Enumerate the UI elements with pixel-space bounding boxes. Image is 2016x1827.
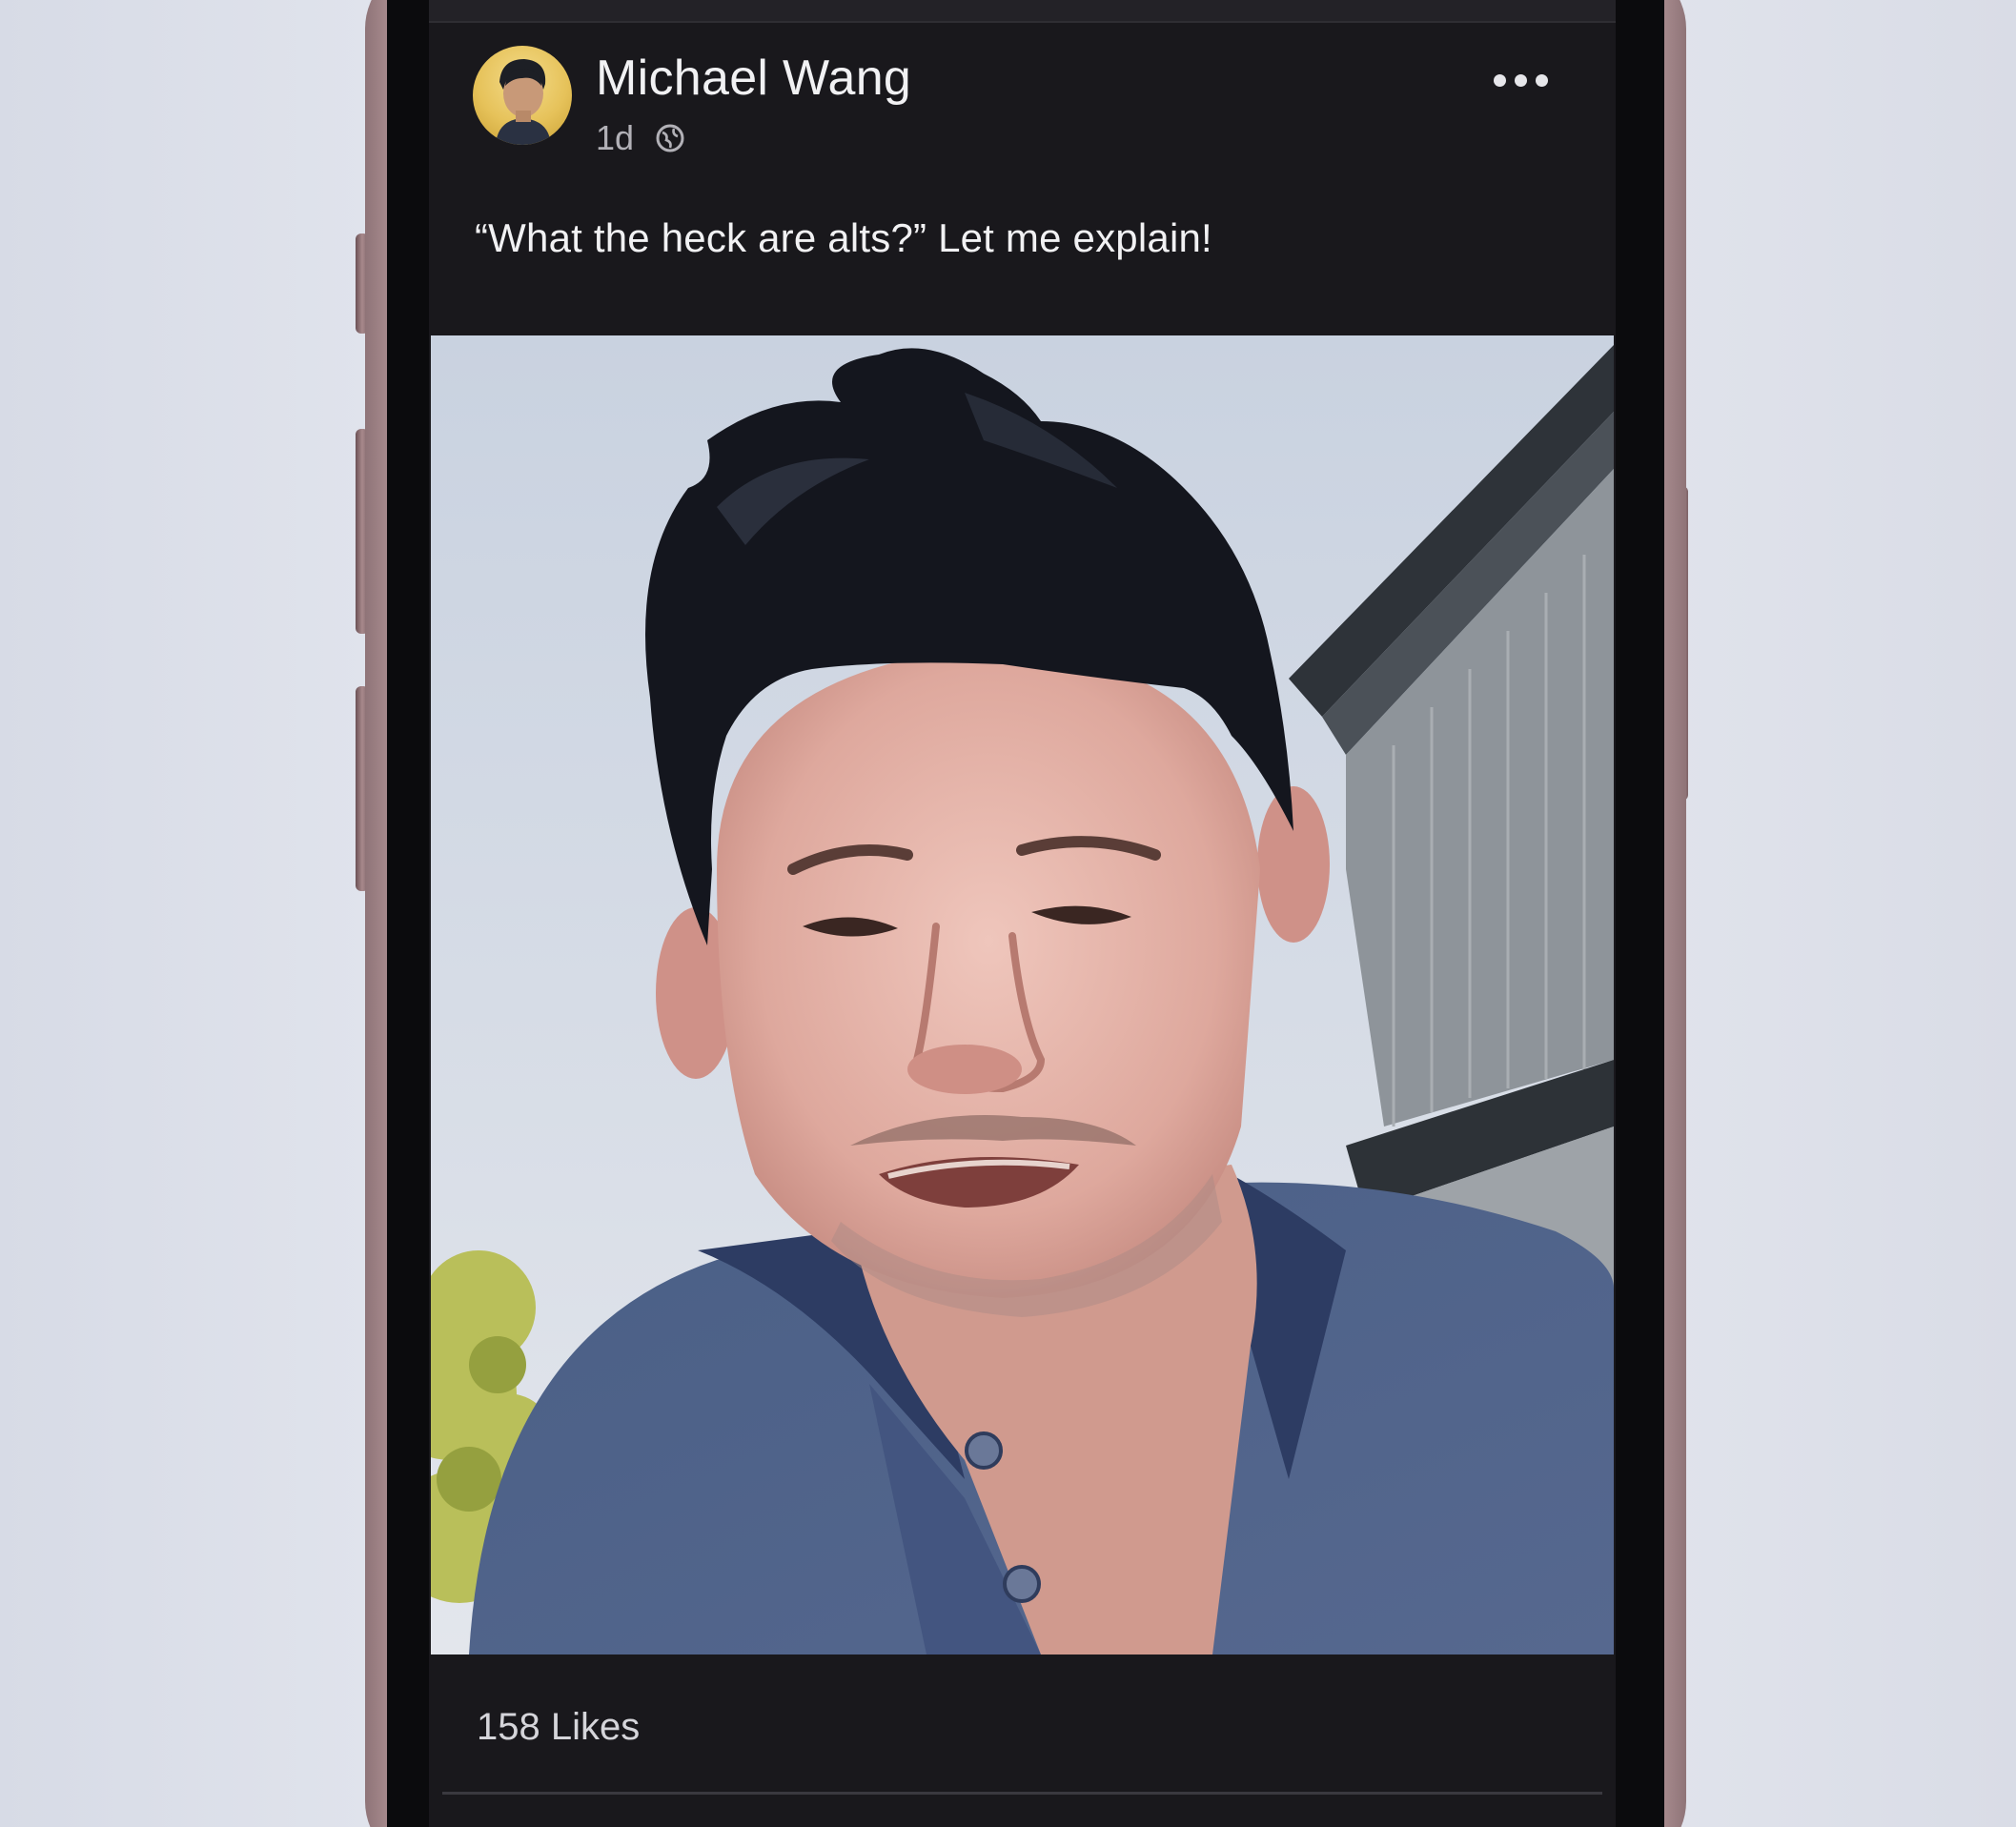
post-video[interactable] xyxy=(431,335,1614,1654)
more-dot xyxy=(1514,73,1527,87)
author-avatar[interactable] xyxy=(473,46,572,145)
globe-icon[interactable] xyxy=(653,121,687,155)
photo-scene: Michael Wang 1d “What the heck are alts?… xyxy=(0,0,2016,1827)
video-frame-illustration xyxy=(431,335,1614,1654)
more-dot xyxy=(1493,73,1506,87)
likes-count[interactable]: 158 Likes xyxy=(477,1706,640,1749)
post-timestamp: 1d xyxy=(596,118,635,157)
action-bar-divider xyxy=(442,1792,1602,1795)
post-meta: 1d xyxy=(596,118,687,158)
feed-screen: Michael Wang 1d “What the heck are alts?… xyxy=(429,0,1616,1827)
more-options-icon[interactable] xyxy=(1477,59,1563,101)
previous-post-edge xyxy=(429,0,1616,23)
author-name[interactable]: Michael Wang xyxy=(596,50,911,107)
post-text: “What the heck are alts?” Let me explain… xyxy=(475,215,1212,260)
more-dot xyxy=(1535,73,1548,87)
avatar-portrait-icon xyxy=(496,59,551,145)
